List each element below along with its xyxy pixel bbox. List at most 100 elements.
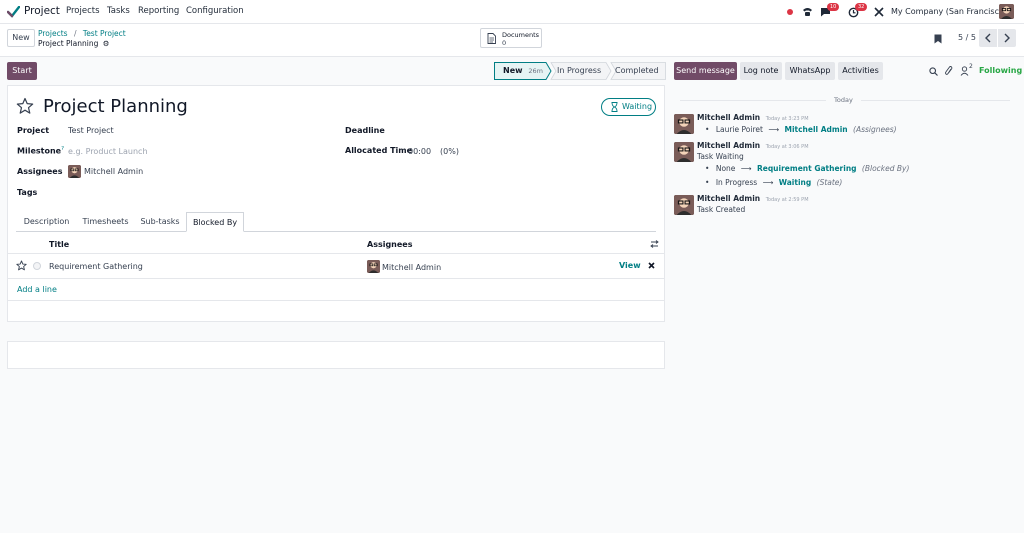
document-icon [487, 33, 496, 44]
message-body: Task Waiting [697, 152, 744, 161]
tracking-line: • In Progress ⟶ Waiting (State) [705, 178, 843, 187]
tab-timesheets[interactable]: Timesheets [77, 212, 134, 232]
project-field[interactable]: Test Project [68, 126, 114, 135]
phone-icon[interactable] [802, 6, 813, 17]
assignees-field[interactable]: Mitchell Admin [84, 167, 143, 176]
help-tooltip-icon[interactable]: ? [61, 146, 64, 152]
tab-blocked-by[interactable]: Blocked By [186, 212, 244, 232]
tab-sub-tasks[interactable]: Sub-tasks [134, 212, 186, 232]
message-header: Mitchell Admin Today at 2:59 PM [697, 194, 809, 203]
row-divider [7, 300, 665, 301]
stage-duration: 26m [528, 67, 543, 75]
message-author[interactable]: Mitchell Admin [697, 194, 760, 203]
row-assignee: Mitchell Admin [382, 263, 442, 272]
hourglass-icon [611, 102, 618, 112]
breadcrumb-projects[interactable]: Projects [38, 29, 68, 38]
new-button[interactable]: New [7, 29, 35, 47]
table-row[interactable]: Requirement Gathering Mitchell Admin Vie… [7, 254, 665, 278]
pager-next-button[interactable] [998, 29, 1016, 47]
tools-icon[interactable] [874, 7, 884, 17]
state-badge[interactable]: Waiting [601, 98, 656, 116]
start-button[interactable]: Start [7, 62, 37, 80]
following-button[interactable]: Following [979, 66, 1022, 75]
bookmark-icon[interactable] [934, 34, 942, 44]
row-star-icon[interactable] [16, 260, 27, 271]
message-header: Mitchell Admin Today at 3:06 PM [697, 141, 809, 150]
row-status-circle-icon[interactable] [33, 262, 41, 270]
stage-new[interactable]: New 26m [503, 62, 543, 80]
whatsapp-button[interactable]: WhatsApp [785, 62, 835, 80]
control-panel: New Projects / Test Project Project Plan… [0, 24, 1024, 57]
row-view-button[interactable]: View [619, 261, 641, 270]
row-delete-icon[interactable] [648, 262, 655, 269]
message-body: Task Created [697, 205, 746, 214]
allocated-percent: (0%) [440, 147, 459, 156]
documents-smart-button[interactable]: Documents 0 [480, 28, 542, 48]
activity-clock-icon[interactable]: 32 [848, 3, 868, 18]
message-author[interactable]: Mitchell Admin [697, 113, 760, 122]
chat-count-badge: 10 [827, 3, 840, 11]
stage-in-progress[interactable]: In Progress [557, 62, 601, 80]
gear-icon[interactable]: ⚙ [103, 39, 110, 48]
message-time: Today at 3:23 PM [765, 116, 809, 122]
milestone-label: Milestone? [17, 146, 64, 156]
chat-icon[interactable]: 10 [820, 3, 840, 17]
milestone-field[interactable]: e.g. Product Launch [68, 147, 148, 156]
message-avatar[interactable] [674, 195, 694, 215]
message-avatar[interactable] [674, 142, 694, 162]
app-logo-icon[interactable] [7, 6, 20, 18]
status-dot-icon[interactable] [787, 9, 793, 15]
allocated-time-label: Allocated Time [345, 146, 413, 155]
deadline-label: Deadline [345, 126, 385, 135]
chevron-left-icon [984, 33, 992, 43]
stage-completed[interactable]: Completed [615, 62, 659, 80]
documents-label: Documents [502, 31, 540, 39]
menu-reporting[interactable]: Reporting [138, 6, 179, 16]
breadcrumb: Projects / Test Project [38, 29, 126, 38]
row-divider [7, 278, 665, 279]
log-note-button[interactable]: Log note [740, 62, 782, 80]
arrow-right-icon: ⟶ [740, 164, 752, 173]
arrow-right-icon: ⟶ [762, 178, 774, 187]
project-label: Project [17, 126, 50, 135]
breadcrumb-separator: / [73, 29, 77, 38]
menu-projects[interactable]: Projects [66, 6, 100, 16]
app-name[interactable]: Project [24, 5, 60, 17]
empty-row [7, 321, 665, 342]
breadcrumb-test-project[interactable]: Test Project [83, 29, 126, 38]
date-separator: Today [826, 96, 861, 104]
pager-value[interactable]: 5 / 5 [958, 33, 976, 42]
message-time: Today at 2:59 PM [765, 197, 809, 203]
row-title[interactable]: Requirement Gathering [49, 262, 143, 271]
activities-button[interactable]: Activities [838, 62, 883, 80]
message-time: Today at 3:06 PM [765, 144, 809, 150]
row-assignee-avatar [367, 260, 380, 273]
user-avatar[interactable] [999, 4, 1014, 19]
company-switcher[interactable]: My Company (San Francisco) [891, 7, 1007, 16]
followers-icon[interactable] [960, 66, 969, 76]
allocated-time-field[interactable]: 00:00 [408, 147, 431, 156]
message-avatar[interactable] [674, 114, 694, 134]
assignees-label: Assignees [17, 167, 63, 176]
favorite-star-icon[interactable] [16, 97, 34, 115]
column-header-title[interactable]: Title [49, 240, 69, 249]
top-navbar: Project Projects Tasks Reporting Configu… [0, 0, 1024, 24]
menu-tasks[interactable]: Tasks [107, 6, 130, 16]
pager-previous-button[interactable] [979, 29, 997, 47]
task-title[interactable]: Project Planning [43, 96, 188, 117]
followers-count: 2 [969, 63, 973, 70]
add-line-link[interactable]: Add a line [17, 285, 57, 294]
tracking-line: • Laurie Poiret ⟶ Mitchell Admin (Assign… [705, 125, 897, 134]
tracking-line: • None ⟶ Requirement Gathering (Blocked … [705, 164, 910, 173]
search-icon[interactable] [929, 67, 938, 76]
message-author[interactable]: Mitchell Admin [697, 141, 760, 150]
activity-count-badge: 32 [855, 3, 868, 11]
chevron-right-icon [1003, 33, 1011, 43]
column-settings-icon[interactable] [650, 240, 659, 248]
menu-configuration[interactable]: Configuration [186, 6, 244, 16]
tab-description[interactable]: Description [16, 212, 77, 232]
send-message-button[interactable]: Send message [674, 62, 737, 80]
paperclip-icon[interactable] [945, 66, 953, 76]
arrow-right-icon: ⟶ [768, 125, 780, 134]
column-header-assignees[interactable]: Assignees [367, 240, 413, 249]
